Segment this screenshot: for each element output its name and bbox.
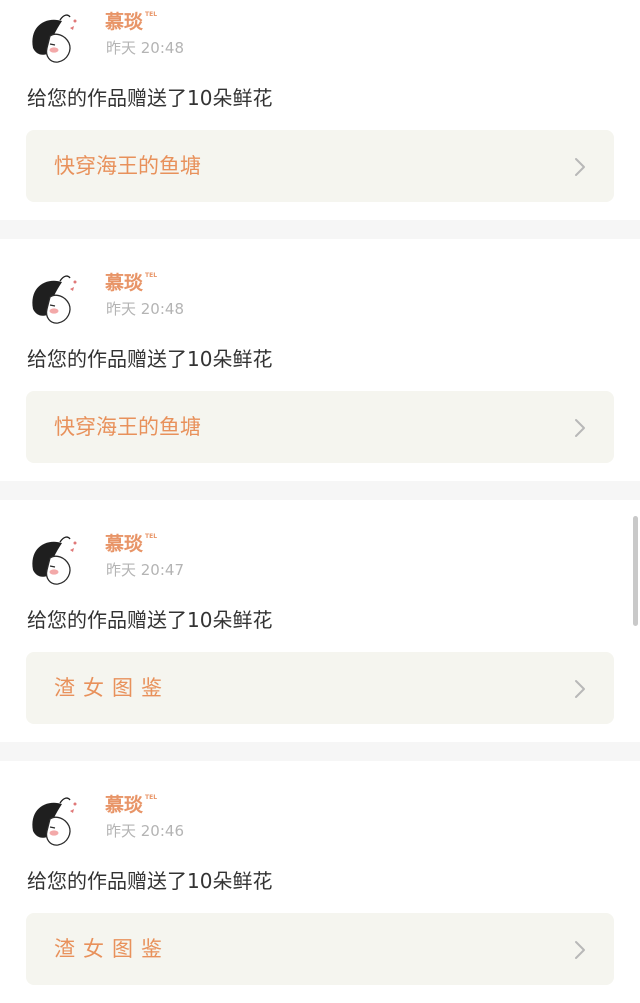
notification-message: 给您的作品赠送了10朵鲜花	[27, 86, 273, 110]
username-text: 慕琰	[105, 794, 144, 816]
notification-card: 慕琰 TEL 昨天 20:48 给您的作品赠送了10朵鲜花 快穿海王的鱼塘	[0, 0, 640, 220]
user-badge: TEL	[145, 11, 158, 18]
work-link[interactable]: 渣女图鉴	[26, 652, 614, 724]
notification-card: 慕琰 TEL 昨天 20:47 给您的作品赠送了10朵鲜花 渣女图鉴	[0, 500, 640, 742]
work-title: 快穿海王的鱼塘	[54, 415, 201, 439]
timestamp: 昨天 20:48	[106, 39, 184, 57]
avatar[interactable]	[26, 269, 86, 329]
work-title: 渣女图鉴	[54, 937, 170, 961]
username[interactable]: 慕琰 TEL	[105, 793, 157, 817]
chevron-right-icon	[575, 158, 585, 176]
username[interactable]: 慕琰 TEL	[105, 271, 157, 295]
username[interactable]: 慕琰 TEL	[105, 10, 157, 34]
work-link[interactable]: 渣女图鉴	[26, 913, 614, 985]
chevron-right-icon	[575, 941, 585, 959]
work-title: 快穿海王的鱼塘	[54, 154, 201, 178]
notification-message: 给您的作品赠送了10朵鲜花	[27, 608, 273, 632]
section-divider	[0, 481, 640, 500]
chevron-right-icon	[575, 680, 585, 698]
section-divider	[0, 220, 640, 239]
avatar[interactable]	[26, 530, 86, 590]
work-link[interactable]: 快穿海王的鱼塘	[26, 130, 614, 202]
work-title: 渣女图鉴	[54, 676, 170, 700]
avatar[interactable]	[26, 8, 86, 68]
user-badge: TEL	[145, 272, 158, 279]
user-badge: TEL	[145, 533, 158, 540]
notification-message: 给您的作品赠送了10朵鲜花	[27, 869, 273, 893]
work-link[interactable]: 快穿海王的鱼塘	[26, 391, 614, 463]
timestamp: 昨天 20:48	[106, 300, 184, 318]
avatar[interactable]	[26, 791, 86, 851]
username-text: 慕琰	[105, 272, 144, 294]
chevron-right-icon	[575, 419, 585, 437]
username[interactable]: 慕琰 TEL	[105, 532, 157, 556]
timestamp: 昨天 20:47	[106, 561, 184, 579]
username-text: 慕琰	[105, 11, 144, 33]
notification-card: 慕琰 TEL 昨天 20:46 给您的作品赠送了10朵鲜花 渣女图鉴	[0, 761, 640, 1003]
notification-feed: 慕琰 TEL 昨天 20:48 给您的作品赠送了10朵鲜花 快穿海王的鱼塘 慕琰 T	[0, 0, 640, 1003]
notification-message: 给您的作品赠送了10朵鲜花	[27, 347, 273, 371]
user-badge: TEL	[145, 794, 158, 801]
timestamp: 昨天 20:46	[106, 822, 184, 840]
scrollbar[interactable]	[633, 516, 638, 626]
username-text: 慕琰	[105, 533, 144, 555]
section-divider	[0, 742, 640, 761]
notification-card: 慕琰 TEL 昨天 20:48 给您的作品赠送了10朵鲜花 快穿海王的鱼塘	[0, 239, 640, 481]
